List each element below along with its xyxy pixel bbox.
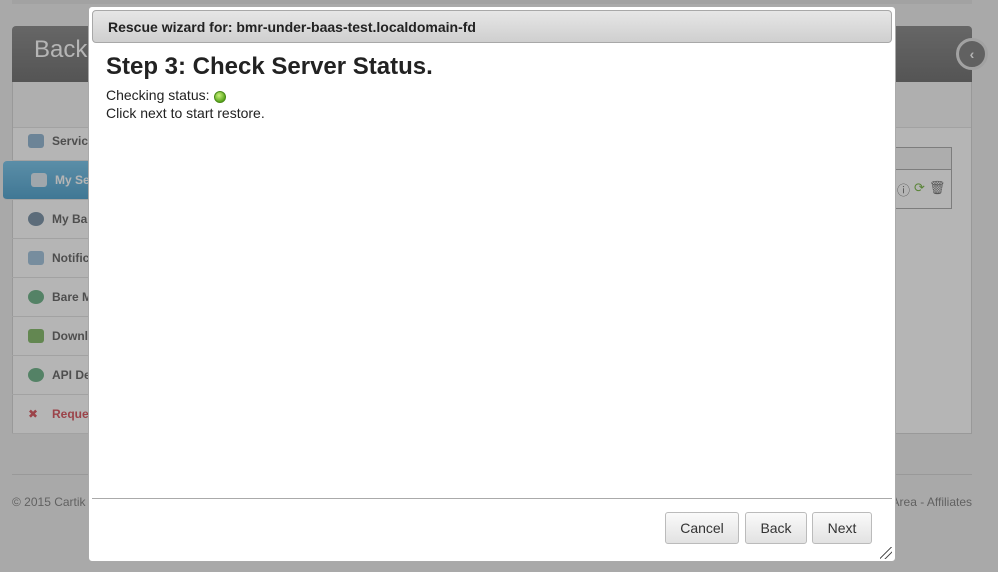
status-line: Checking status: bbox=[106, 87, 226, 103]
rescue-wizard-dialog: Rescue wizard for: bmr-under-baas-test.l… bbox=[88, 6, 896, 562]
back-button[interactable]: Back bbox=[745, 512, 807, 544]
status-label: Checking status: bbox=[106, 87, 210, 103]
status-ok-icon bbox=[213, 90, 226, 103]
step-heading: Step 3: Check Server Status. bbox=[106, 53, 433, 80]
dialog-footer-divider bbox=[92, 498, 892, 499]
instruction-text: Click next to start restore. bbox=[106, 105, 265, 121]
cancel-button[interactable]: Cancel bbox=[665, 512, 739, 544]
resize-handle[interactable] bbox=[880, 547, 892, 559]
dialog-title[interactable]: Rescue wizard for: bmr-under-baas-test.l… bbox=[92, 10, 892, 43]
next-button[interactable]: Next bbox=[812, 512, 872, 544]
